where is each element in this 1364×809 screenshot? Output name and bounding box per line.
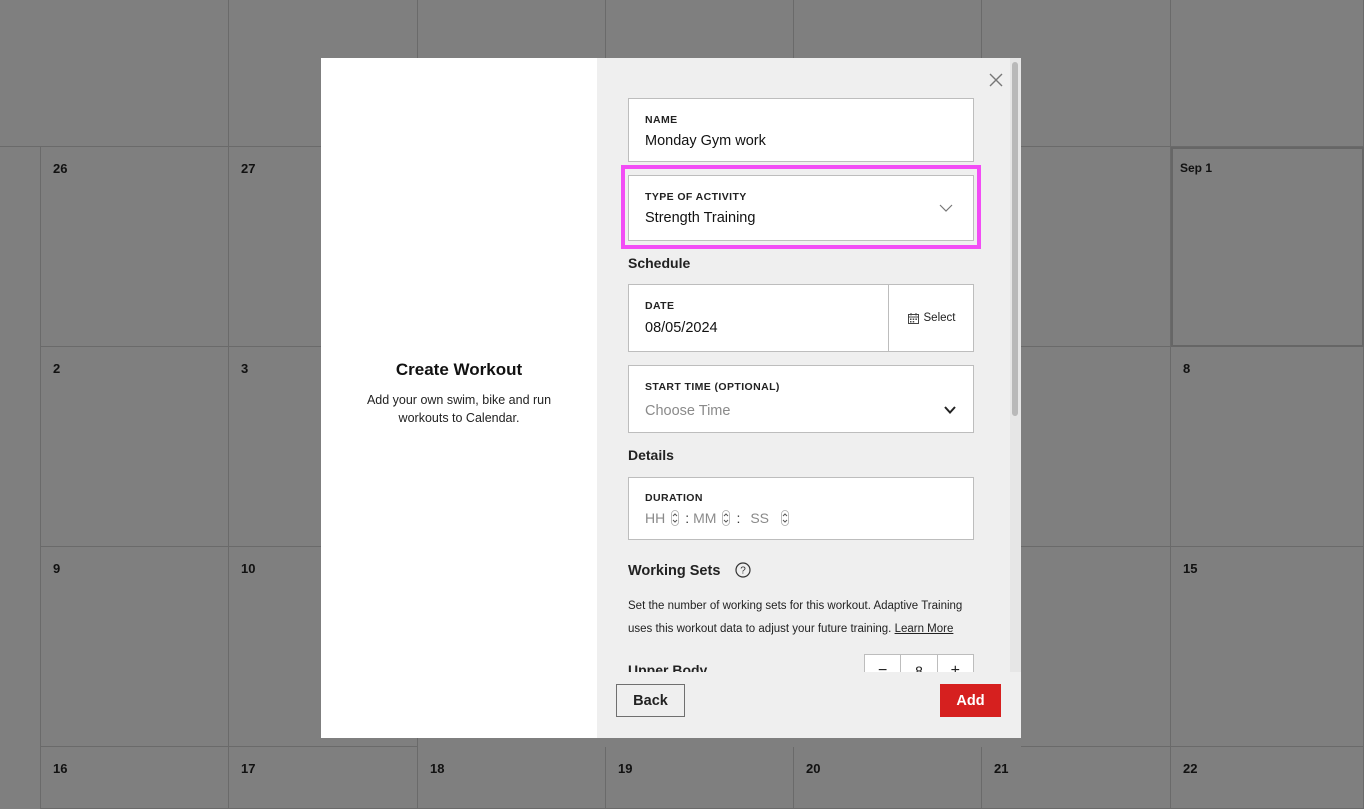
back-button[interactable]: Back (616, 684, 685, 717)
calendar-cell[interactable]: 21 (982, 747, 1171, 809)
day-number: 18 (430, 761, 445, 776)
date-label: DATE (645, 300, 675, 312)
day-number: 19 (618, 761, 633, 776)
calendar-cell[interactable]: 19 (606, 747, 794, 809)
day-number: 2 (53, 361, 61, 376)
calendar-cell (1021, 147, 1171, 347)
duration-separator: : (736, 510, 741, 526)
duration-separator: : (685, 510, 690, 526)
calendar-cell[interactable]: 22 (1171, 747, 1364, 809)
date-field[interactable]: DATE 08/05/2024 Select (628, 284, 974, 352)
calendar-cell[interactable]: 16 (41, 747, 229, 809)
start-time-label: START TIME (OPTIONAL) (645, 381, 780, 393)
date-select-button[interactable]: Select (888, 285, 974, 351)
name-input[interactable]: Monday Gym work (645, 133, 766, 149)
calendar-gutter (0, 147, 41, 809)
spinner-icon[interactable] (781, 510, 789, 526)
day-number: 9 (53, 561, 61, 576)
day-number: 17 (241, 761, 256, 776)
modal-footer: Back Add (597, 672, 1021, 738)
schedule-heading: Schedule (628, 255, 691, 271)
details-heading: Details (628, 447, 674, 463)
name-label: NAME (645, 114, 678, 126)
chevron-down-icon[interactable] (943, 405, 957, 415)
scrollbar-thumb[interactable] (1012, 62, 1018, 416)
calendar-cell[interactable]: 20 (794, 747, 982, 809)
spinner-icon[interactable] (671, 510, 680, 526)
day-number: 27 (241, 161, 256, 176)
day-number: 16 (53, 761, 68, 776)
spinner-icon[interactable] (722, 510, 731, 526)
calendar-cell[interactable]: 8 (1171, 347, 1364, 547)
duration-field[interactable]: DURATION HH : MM : SS (628, 477, 974, 540)
duration-inputs: HH : MM : SS (645, 510, 791, 526)
svg-text:?: ? (740, 566, 746, 577)
date-select-label: Select (923, 312, 956, 324)
day-number: 21 (994, 761, 1009, 776)
increment-button[interactable]: + (938, 655, 973, 672)
calendar-cell[interactable]: 2 (41, 347, 229, 547)
calendar-cell (0, 0, 229, 147)
calendar-cell[interactable]: 17 (229, 747, 418, 809)
modal-subtitle: Add your own swim, bike and run workouts… (366, 393, 552, 425)
calendar-cell (1021, 547, 1171, 747)
calendar-cell (1171, 0, 1364, 147)
day-number: 20 (806, 761, 821, 776)
duration-label: DURATION (645, 492, 703, 504)
calendar-cell-today[interactable]: Sep 1 (1171, 147, 1364, 347)
name-field[interactable]: NAME Monday Gym work (628, 98, 974, 162)
create-workout-modal: Create Workout Add your own swim, bike a… (321, 58, 1021, 738)
modal-title: Create Workout (395, 360, 523, 379)
calendar-cell[interactable]: 15 (1171, 547, 1364, 747)
modal-intro-panel: Create Workout Add your own swim, bike a… (321, 58, 597, 738)
duration-minutes-input[interactable]: MM (693, 510, 716, 526)
duration-hours-input[interactable]: HH (645, 510, 665, 526)
start-time-placeholder: Choose Time (645, 403, 731, 419)
calendar-cell (1021, 347, 1171, 547)
scrollbar[interactable] (1010, 58, 1021, 672)
calendar-icon (907, 312, 919, 324)
learn-more-link[interactable]: Learn More (895, 623, 954, 635)
modal-form-panel: NAME Monday Gym work TYPE OF ACTIVITY St… (597, 58, 1021, 738)
start-time-select[interactable]: START TIME (OPTIONAL) Choose Time (628, 365, 974, 433)
day-number: 15 (1183, 561, 1198, 576)
upper-body-label: Upper Body (628, 662, 708, 672)
working-sets-description: Set the number of working sets for this … (628, 595, 988, 640)
date-input[interactable]: 08/05/2024 (645, 320, 718, 336)
working-sets-heading: Working Sets (628, 563, 721, 579)
duration-seconds-input[interactable]: SS (750, 510, 769, 526)
help-icon[interactable]: ? (735, 562, 751, 578)
day-number: 22 (1183, 761, 1198, 776)
close-icon[interactable] (988, 72, 1004, 88)
day-number: Sep 1 (1180, 161, 1213, 175)
day-number: 8 (1183, 361, 1191, 376)
day-number: 3 (241, 361, 249, 376)
decrement-button[interactable]: − (865, 655, 900, 672)
calendar-cell[interactable]: 26 (41, 147, 229, 347)
calendar-cell[interactable]: 9 (41, 547, 229, 747)
day-number: 10 (241, 561, 256, 576)
add-button[interactable]: Add (940, 684, 1001, 717)
upper-body-stepper: − 8 + (864, 654, 974, 672)
highlight-box (621, 165, 981, 249)
form-scroll-area[interactable]: NAME Monday Gym work TYPE OF ACTIVITY St… (597, 58, 1009, 672)
upper-body-value[interactable]: 8 (900, 655, 938, 672)
calendar-cell[interactable]: 18 (418, 747, 606, 809)
day-number: 26 (53, 161, 68, 176)
